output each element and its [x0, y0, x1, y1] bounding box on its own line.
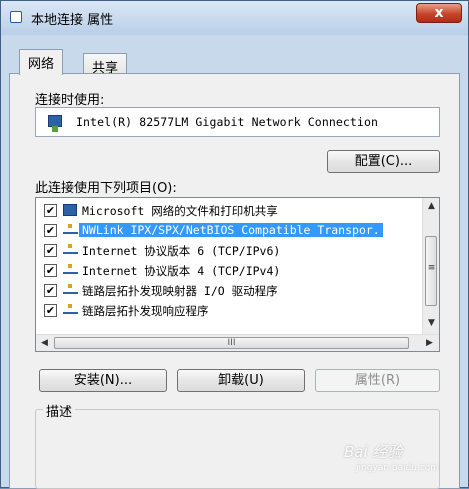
watermark-logo: Bai 经验: [344, 443, 403, 461]
checkbox[interactable]: ✔: [44, 244, 57, 257]
description-label: 描述: [43, 401, 76, 420]
title-bar[interactable]: 本地连接 属性 x: [1, 1, 468, 35]
list-item[interactable]: ✔ 链路层拓扑发现映射器 I/O 驱动程序: [36, 281, 422, 301]
install-button[interactable]: 安装(N)...: [39, 369, 167, 392]
components-list[interactable]: ✔ Microsoft 网络的文件和打印机共享 ✔ NWLink IPX/SPX…: [35, 197, 440, 352]
protocol-icon: [63, 264, 78, 274]
list-item-label: Internet 协议版本 4 (TCP/IPv4): [82, 264, 281, 278]
network-adapter-icon: [48, 115, 62, 132]
list-item-label: 链路层拓扑发现响应程序: [82, 304, 209, 318]
list-item-label: Microsoft 网络的文件和打印机共享: [82, 204, 278, 218]
close-button[interactable]: x: [416, 3, 462, 23]
network-client-icon: [63, 204, 77, 216]
list-item-label: Internet 协议版本 6 (TCP/IPv6): [82, 244, 281, 258]
list-item-label: NWLink IPX/SPX/NetBIOS Compatible Transp…: [79, 223, 383, 237]
tab-network[interactable]: 网络: [19, 49, 64, 75]
grip-icon: ≡: [427, 263, 436, 273]
vertical-scroll-thumb[interactable]: ≡: [425, 236, 437, 306]
horizontal-scroll-thumb[interactable]: III: [54, 337, 409, 349]
list-item[interactable]: ✔ Internet 协议版本 4 (TCP/IPv4): [36, 261, 422, 281]
list-item[interactable]: ✔ 链路层拓扑发现响应程序: [36, 301, 422, 321]
uninstall-button[interactable]: 卸载(U): [177, 369, 305, 392]
window-title: 本地连接 属性: [31, 13, 114, 28]
list-item[interactable]: ✔ Microsoft 网络的文件和打印机共享: [36, 201, 422, 221]
adapter-name: Intel(R) 82577LM Gigabit Network Connect…: [76, 115, 379, 129]
list-item[interactable]: ✔ NWLink IPX/SPX/NetBIOS Compatible Tran…: [36, 221, 422, 241]
protocol-icon: [63, 244, 78, 254]
list-item-label: 链路层拓扑发现映射器 I/O 驱动程序: [82, 284, 278, 298]
protocol-icon: [63, 224, 78, 234]
connect-using-label: 连接时使用:: [35, 93, 105, 108]
checkbox[interactable]: ✔: [44, 284, 57, 297]
configure-button[interactable]: 配置(C)...: [327, 150, 440, 173]
checkbox[interactable]: ✔: [44, 264, 57, 277]
watermark-url: jingyan.baidu.com: [356, 463, 440, 473]
vertical-scrollbar[interactable]: ▲ ≡ ▼: [422, 198, 439, 335]
checkbox[interactable]: ✔: [44, 204, 57, 217]
list-item[interactable]: ✔ Internet 协议版本 6 (TCP/IPv6): [36, 241, 422, 261]
properties-button[interactable]: 属性(R): [315, 369, 440, 392]
components-label: 此连接使用下列项目(O):: [35, 181, 177, 196]
scroll-down-icon[interactable]: ▼: [423, 318, 440, 328]
horizontal-scrollbar[interactable]: ◀ III ▶: [36, 334, 439, 351]
adapter-box: Intel(R) 82577LM Gigabit Network Connect…: [35, 107, 440, 137]
scroll-up-icon[interactable]: ▲: [423, 201, 440, 211]
scroll-right-icon[interactable]: ▶: [421, 338, 438, 348]
network-connection-icon: [10, 11, 22, 23]
scroll-left-icon[interactable]: ◀: [36, 338, 53, 348]
properties-window: 本地连接 属性 x 网络 共享 连接时使用: Intel(R) 82577LM …: [0, 0, 469, 489]
protocol-icon: [63, 284, 78, 294]
protocol-icon: [63, 304, 78, 314]
checkbox[interactable]: ✔: [44, 304, 57, 317]
checkbox[interactable]: ✔: [44, 224, 57, 237]
